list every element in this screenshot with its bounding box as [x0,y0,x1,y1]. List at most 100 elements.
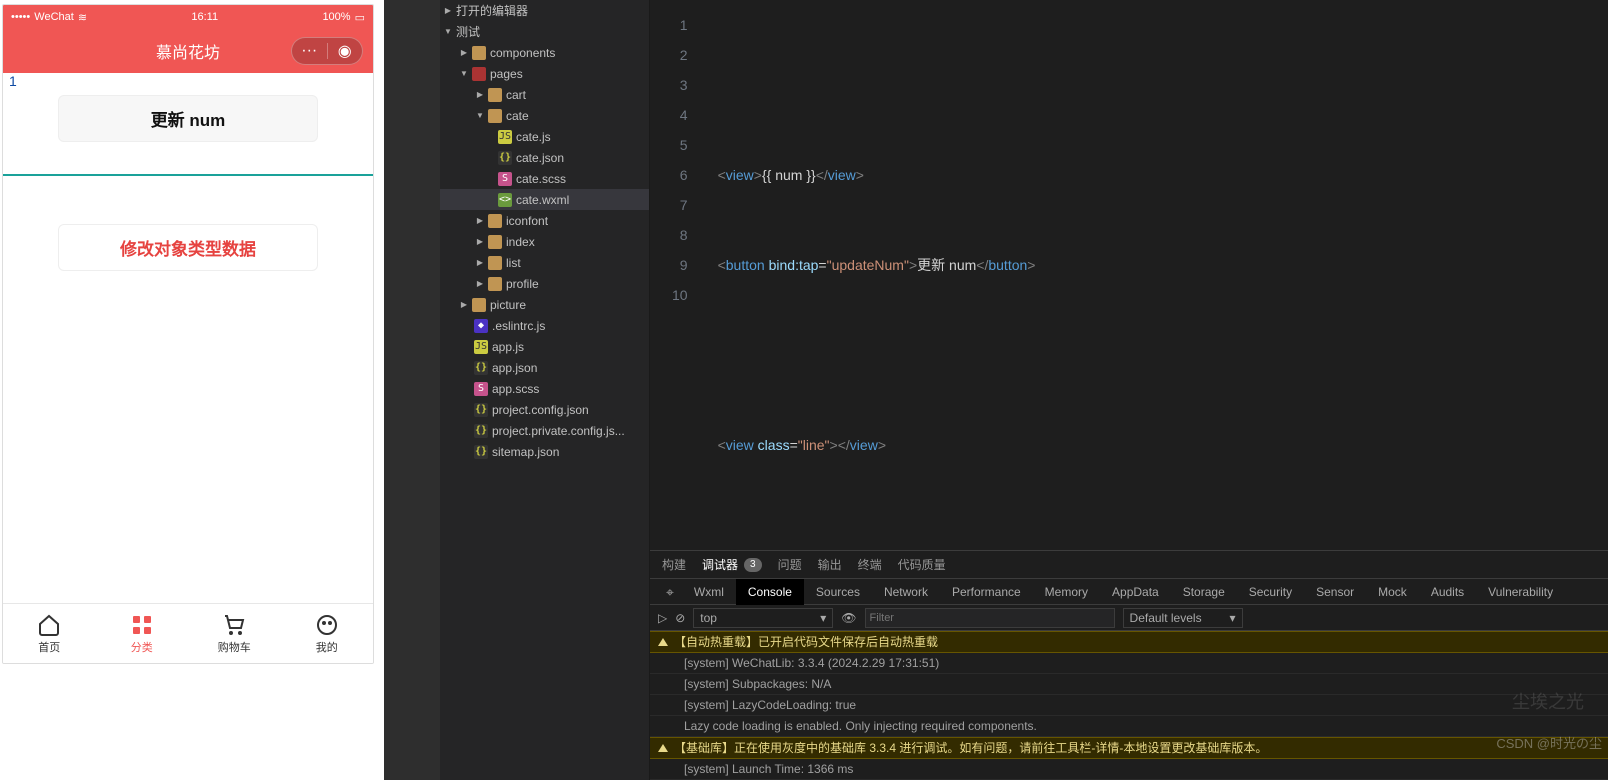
capsule-close-icon[interactable]: ◉ [328,41,363,61]
devtab-security[interactable]: Security [1237,579,1304,605]
tree-folder-list[interactable]: ▶list [440,252,649,273]
folder-icon [488,214,502,228]
warn-icon [658,744,668,752]
tab-label: 分类 [131,639,153,655]
console-row: [system] Subpackages: N/A [650,674,1608,695]
divider-line [3,174,373,176]
js-icon: JS [474,340,488,354]
file-explorer: ▶打开的编辑器 ▼测试 ▶components ▼pages ▶cart ▼ca… [440,0,650,780]
tree-file-catescss[interactable]: Scate.scss [440,168,649,189]
tree-folder-iconfont[interactable]: ▶iconfont [440,210,649,231]
tree-file-appjs[interactable]: JSapp.js [440,336,649,357]
tab-bar: 首页 分类 购物车 我的 [3,603,373,663]
tree-folder-picture[interactable]: ▶picture [440,294,649,315]
devtab-mock[interactable]: Mock [1366,579,1419,605]
folder-icon [488,88,502,102]
tree-file-eslintrc[interactable]: ◆.eslintrc.js [440,315,649,336]
tree-file-projectpriv[interactable]: {}project.private.config.js... [440,420,649,441]
tree-file-projectcfg[interactable]: {}project.config.json [440,399,649,420]
tree-file-appscss[interactable]: Sapp.scss [440,378,649,399]
simulator: ••••• WeChat ≋ 16:11 100% ▭ 慕尚花坊 ··· ◉ 1… [2,4,374,664]
tree-file-catejson[interactable]: {}cate.json [440,147,649,168]
folder-icon [472,46,486,60]
capsule-menu-icon[interactable]: ··· [292,42,327,60]
num-view: 1 [3,73,373,89]
log-level-selector[interactable]: Default levels▾ [1123,608,1243,628]
tab-output[interactable]: 输出 [818,556,842,573]
signal-dots-icon: ••••• [11,11,30,23]
json-icon: {} [474,403,488,417]
tab-build[interactable]: 构建 [662,556,686,573]
devtab-vulnerability[interactable]: Vulnerability [1476,579,1565,605]
tree-open-editors[interactable]: ▶打开的编辑器 [440,0,649,21]
tree-file-catejs[interactable]: JScate.js [440,126,649,147]
modify-object-button[interactable]: 修改对象类型数据 [58,224,318,271]
json-icon: {} [498,151,512,165]
phone-statusbar: ••••• WeChat ≋ 16:11 100% ▭ [3,5,373,29]
home-icon [37,613,61,637]
tree-file-appjson[interactable]: {}app.json [440,357,649,378]
tree-root-project[interactable]: ▼测试 [440,21,649,42]
context-selector[interactable]: top▾ [693,608,833,628]
console-filter-bar: ▷ ⊘ top▾ 👁 Default levels▾ [650,605,1608,631]
filter-input[interactable] [865,608,1115,628]
tree-folder-pages[interactable]: ▼pages [440,63,649,84]
tree-folder-cate[interactable]: ▼cate [440,105,649,126]
tab-label: 购物车 [218,639,251,655]
code-body[interactable]: <view>{{ num }}</view> <button bind:tap=… [706,0,1608,550]
clear-icon[interactable]: ⊘ [675,611,685,625]
tab-category[interactable]: 分类 [96,604,189,663]
update-num-button[interactable]: 更新 num [58,95,318,142]
code-editor[interactable]: 12345678910 <view>{{ num }}</view> <butt… [650,0,1608,550]
tab-home[interactable]: 首页 [3,604,96,663]
console-output[interactable]: 【自动热重载】已开启代码文件保存后自动热重载 [system] WeChatLi… [650,631,1608,780]
tree-folder-profile[interactable]: ▶profile [440,273,649,294]
console-row: [system] Launch Time: 1366 ms [650,759,1608,780]
tree-folder-index[interactable]: ▶index [440,231,649,252]
battery-pct: 100% [322,11,350,23]
tab-cart[interactable]: 购物车 [188,604,281,663]
devtab-sensor[interactable]: Sensor [1304,579,1366,605]
devtools-tabs: ⌖ Wxml Console Sources Network Performan… [650,579,1608,605]
js-icon: JS [498,130,512,144]
folder-icon [488,109,502,123]
devtab-performance[interactable]: Performance [940,579,1033,605]
tab-profile[interactable]: 我的 [281,604,374,663]
devtab-sources[interactable]: Sources [804,579,872,605]
inspect-icon[interactable]: ⌖ [658,579,682,605]
console-row: [system] LazyCodeLoading: true [650,695,1608,716]
category-icon [130,613,154,637]
devtab-wxml[interactable]: Wxml [682,579,736,605]
tree-folder-cart[interactable]: ▶cart [440,84,649,105]
console-row: Lazy code loading is enabled. Only injec… [650,716,1608,737]
clock: 16:11 [191,11,218,23]
play-icon[interactable]: ▷ [658,611,667,625]
menu-capsule[interactable]: ··· ◉ [291,37,363,65]
devtab-appdata[interactable]: AppData [1100,579,1171,605]
tab-problems[interactable]: 问题 [778,556,802,573]
tab-code-quality[interactable]: 代码质量 [898,556,946,573]
devtab-network[interactable]: Network [872,579,940,605]
editor-column: 12345678910 <view>{{ num }}</view> <butt… [650,0,1608,780]
eye-icon[interactable]: 👁 [841,611,856,625]
simulator-wrap: ••••• WeChat ≋ 16:11 100% ▭ 慕尚花坊 ··· ◉ 1… [0,0,384,780]
devtab-storage[interactable]: Storage [1171,579,1237,605]
devtab-console[interactable]: Console [736,579,804,605]
folder-icon [488,277,502,291]
chevron-down-icon: ▾ [1230,611,1236,625]
folder-icon [472,298,486,312]
gutter: 12345678910 [650,0,706,550]
devtab-memory[interactable]: Memory [1033,579,1100,605]
tree-folder-components[interactable]: ▶components [440,42,649,63]
console-row: [system] WeChatLib: 3.3.4 (2024.2.29 17:… [650,653,1608,674]
tree-file-sitemap[interactable]: {}sitemap.json [440,441,649,462]
tab-debugger[interactable]: 调试器3 [702,556,762,573]
page-title: 慕尚花坊 [156,39,220,63]
tree-file-catewxml[interactable]: <>cate.wxml [440,189,649,210]
tab-terminal[interactable]: 终端 [858,556,882,573]
scss-icon: S [498,172,512,186]
devtab-audits[interactable]: Audits [1419,579,1476,605]
json-icon: {} [474,361,488,375]
bottom-panel: 构建 调试器3 问题 输出 终端 代码质量 ⌖ Wxml Console Sou… [650,550,1608,780]
eslint-icon: ◆ [474,319,488,333]
